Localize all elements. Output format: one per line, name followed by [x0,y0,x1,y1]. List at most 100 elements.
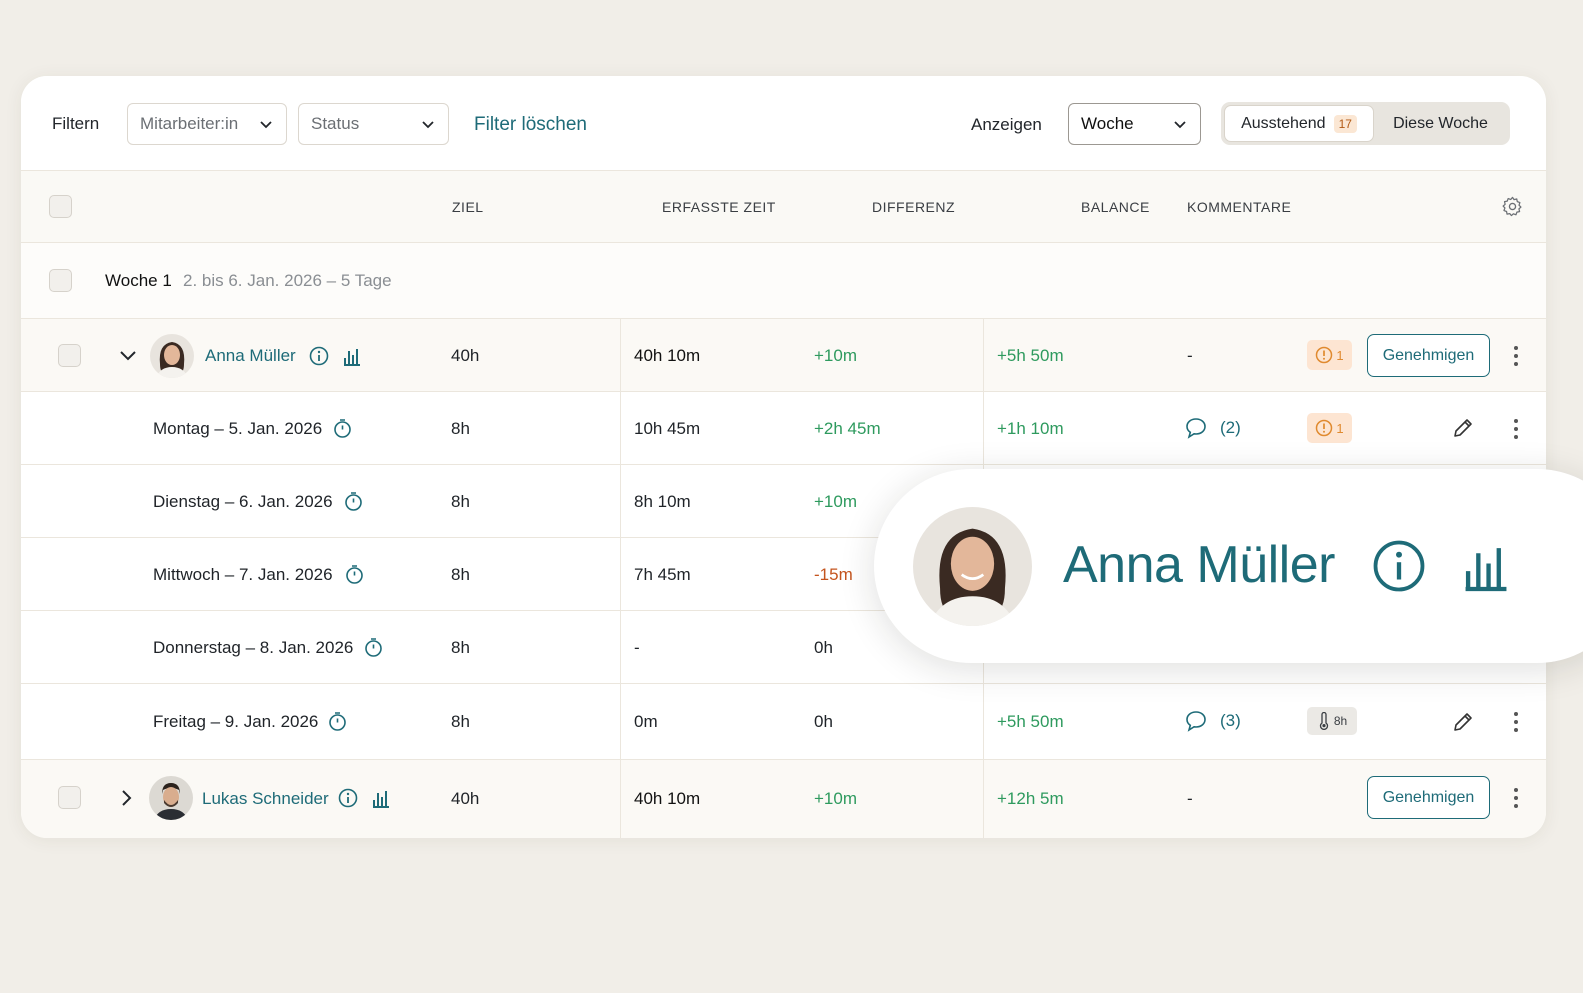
row-checkbox[interactable] [58,344,81,367]
warning-badge[interactable]: 1 [1307,340,1352,370]
target-value: 40h [451,346,480,365]
day-label: Freitag – 9. Jan. 2026 [153,712,319,731]
day-label: Dienstag – 6. Jan. 2026 [153,492,333,511]
chevron-down-icon [260,121,272,129]
week-group-row: Woche 1 2. bis 6. Jan. 2026 – 5 Tage [21,243,1546,319]
avatar [913,507,1032,626]
approve-button[interactable]: Genehmigen [1367,776,1490,819]
week-title: Woche 1 [105,271,172,290]
pencil-icon[interactable] [1451,416,1475,440]
chevron-down-icon [1174,121,1186,129]
comments-count: (3) [1220,711,1241,730]
bar-chart-icon[interactable] [372,788,390,808]
info-icon[interactable] [338,788,358,808]
filter-label: Filtern [52,114,100,133]
week-range: 2. bis 6. Jan. 2026 – 5 Tage [183,271,392,290]
stopwatch-icon[interactable] [363,637,384,658]
more-options-icon[interactable] [1508,344,1524,368]
clear-filter-button[interactable]: Filter löschen [474,114,587,136]
popover-employee-name[interactable]: Anna Müller [1063,535,1335,595]
pending-count-badge: 17 [1333,114,1357,133]
tracked-value: 40h 10m [634,346,701,365]
warning-count: 1 [1336,347,1344,363]
tab-pending[interactable]: Ausstehend 17 [1224,105,1374,142]
speech-bubble-icon [1186,418,1206,439]
stopwatch-icon[interactable] [344,564,365,585]
show-label: Anzeigen [971,115,1042,134]
comments-link[interactable]: (2) [1184,417,1241,439]
column-header-comments: KOMMENTARE [1187,199,1292,215]
select-all-checkbox[interactable] [49,195,72,218]
day-row-friday[interactable]: Freitag – 9. Jan. 2026 8h 0m 0h +5h 50m … [21,684,1546,760]
difference-value: -15m [814,565,853,584]
gear-icon[interactable] [1501,195,1524,218]
tracked-value: - [634,638,640,657]
employee-zoom-popover: Anna Müller [874,469,1583,663]
employee-select-placeholder: Mitarbeiter:in [140,114,239,133]
balance-value: +12h 5m [997,789,1064,808]
week-checkbox[interactable] [49,269,72,292]
timesheet-card: Filtern Mitarbeiter:in Status Filter lös… [21,76,1546,838]
stopwatch-icon[interactable] [343,491,364,512]
warning-badge[interactable]: 1 [1307,413,1352,443]
tab-pending-label: Ausstehend [1241,114,1326,132]
period-select[interactable]: Woche [1068,103,1201,145]
difference-value: 0h [814,712,833,731]
day-label: Donnerstag – 8. Jan. 2026 [153,638,354,657]
comments-value: - [1187,789,1193,808]
status-select[interactable]: Status [298,103,449,145]
tracked-value: 7h 45m [634,565,691,584]
speech-bubble-icon [1186,711,1206,732]
target-value: 8h [451,712,470,731]
absence-hours: 8h [1333,714,1348,728]
view-toggle: Ausstehend 17 Diese Woche [1221,102,1510,145]
day-label: Mittwoch – 7. Jan. 2026 [153,565,333,584]
employee-name-link[interactable]: Lukas Schneider [202,789,329,809]
status-select-placeholder: Status [311,114,360,133]
comments-link[interactable]: (3) [1184,710,1241,732]
info-icon[interactable] [309,346,329,366]
filter-toolbar: Filtern Mitarbeiter:in Status Filter lös… [21,76,1546,171]
employee-name-link[interactable]: Anna Müller [205,346,296,366]
stopwatch-icon[interactable] [332,418,353,439]
bar-chart-icon[interactable] [343,346,361,366]
difference-value: +2h 45m [814,419,881,438]
target-value: 8h [451,419,470,438]
more-options-icon[interactable] [1508,417,1524,441]
employee-select[interactable]: Mitarbeiter:in [127,103,287,145]
chevron-down-icon[interactable] [118,345,138,365]
approve-button[interactable]: Genehmigen [1367,334,1490,377]
tab-this-week[interactable]: Diese Woche [1374,105,1507,142]
day-row-monday[interactable]: Montag – 5. Jan. 2026 8h 10h 45m +2h 45m… [21,392,1546,465]
target-value: 8h [451,492,470,511]
info-icon[interactable] [1372,539,1426,593]
column-header-difference: DIFFERENZ [872,199,956,215]
comments-value: - [1187,346,1193,365]
balance-value: +1h 10m [997,419,1064,438]
difference-value: 0h [814,638,833,657]
avatar [150,334,194,378]
employee-row-lukas[interactable]: Lukas Schneider 40h 40h 10m +10m +12h 5m… [21,760,1546,838]
difference-value: +10m [814,789,857,808]
bar-chart-icon[interactable] [1463,540,1509,592]
alert-icon [1316,346,1333,364]
table-header: ZIEL ERFASSTE ZEIT DIFFERENZ BALANCE KOM… [21,171,1546,243]
difference-value: +10m [814,346,857,365]
chevron-right-icon[interactable] [116,788,136,808]
row-checkbox[interactable] [58,786,81,809]
employee-row-anna[interactable]: Anna Müller 40h 40h 10m +10m +5h 50m - 1… [21,319,1546,392]
period-select-value: Woche [1081,114,1134,133]
column-header-tracked: ERFASSTE ZEIT [662,199,776,215]
absence-badge[interactable]: 8h [1307,707,1357,735]
balance-value: +5h 50m [997,346,1064,365]
difference-value: +10m [814,492,857,511]
more-options-icon[interactable] [1508,786,1524,810]
pencil-icon[interactable] [1451,710,1475,734]
stopwatch-icon[interactable] [327,711,348,732]
more-options-icon[interactable] [1508,710,1524,734]
comments-count: (2) [1220,418,1241,437]
target-value: 40h [451,789,480,808]
thermometer-icon [1319,712,1328,730]
avatar [149,776,193,820]
balance-value: +5h 50m [997,712,1064,731]
